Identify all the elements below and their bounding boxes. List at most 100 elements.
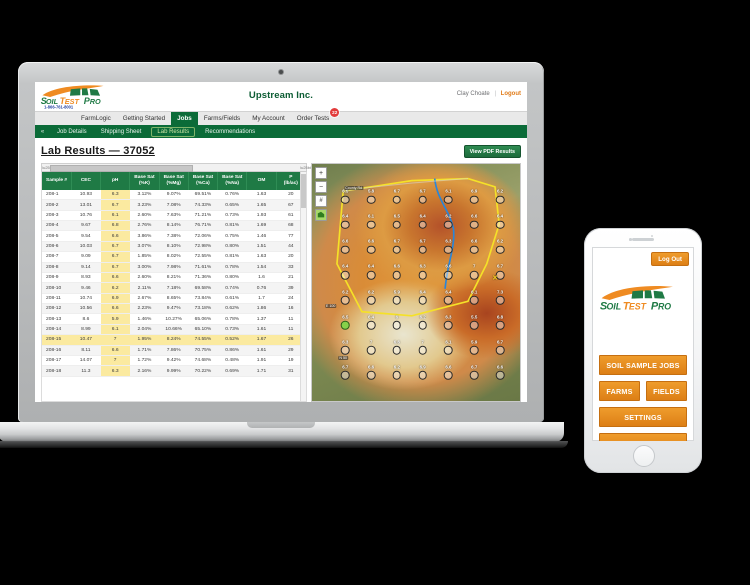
sample-point-marker[interactable]	[469, 295, 479, 305]
table-column-header[interactable]: CEC	[71, 172, 102, 190]
sample-point-marker[interactable]	[495, 295, 505, 305]
nav-item-my-account[interactable]: My Account	[246, 112, 291, 125]
nav-item-getting-started[interactable]: Getting Started	[117, 112, 171, 125]
table-row[interactable]: 208-8 9.14 6.7 3.00% 7.98% 71.61% 0.78% 1.54 33	[42, 262, 306, 273]
collapse-sidebar-icon[interactable]: «	[35, 125, 50, 138]
sample-point-marker[interactable]	[495, 320, 505, 330]
subnav-item-shipping-sheet[interactable]: Shipping Sheet	[94, 125, 149, 138]
table-column-header[interactable]: Base Sat (%K)	[129, 172, 160, 190]
selected-sample-marker[interactable]: ✕	[492, 274, 498, 282]
table-row[interactable]: 208-6 10.03 6.7 3.07% 8.10% 72.98% 0.80% 1.51 44	[42, 241, 306, 253]
table-row[interactable]: 208-13 8.6 5.9 1.46% 10.27% 65.06% 0.78% 1.37 11	[42, 313, 306, 325]
fields-button[interactable]: FIELDS	[646, 381, 687, 401]
table-row[interactable]: 208-15 10.47 7 1.95% 8.24% 74.55% 0.52% 1.67 26	[42, 334, 306, 346]
sample-point-marker[interactable]	[392, 371, 402, 380]
table-row[interactable]: 208-11 10.74 6.9 2.67% 8.65% 73.84% 0.61% 1.7 24	[42, 293, 306, 305]
soil-sample-jobs-button[interactable]: SOIL SAMPLE JOBS	[599, 355, 687, 375]
sample-point-marker[interactable]	[340, 371, 350, 380]
sample-point-marker[interactable]	[495, 371, 505, 380]
sample-point-marker[interactable]	[444, 195, 453, 204]
sample-point-marker[interactable]	[444, 371, 453, 380]
table-column-header[interactable]: Base Sat (%Na)	[217, 172, 248, 190]
phone-home-button[interactable]	[633, 445, 655, 467]
sync-button[interactable]: SYNC	[599, 433, 687, 441]
sample-point-marker[interactable]	[392, 245, 402, 255]
sample-point-marker[interactable]	[418, 245, 427, 255]
table-row[interactable]: 208-10 9.46 6.2 2.11% 7.18% 69.58% 0.74% 0.76 39	[42, 282, 306, 294]
sample-point-marker[interactable]	[366, 245, 376, 255]
subnav-item-lab-results[interactable]: Lab Results	[151, 126, 196, 137]
scroll-right-arrow[interactable]: \u25b6	[300, 165, 312, 170]
sample-point-marker[interactable]	[444, 245, 453, 255]
mobile-logout-button[interactable]: Log Out	[651, 252, 689, 266]
sample-point-marker[interactable]	[392, 195, 402, 204]
sample-point-marker[interactable]	[418, 295, 427, 305]
nav-item-farmlogic[interactable]: FarmLogic	[75, 112, 117, 125]
table-horizontal-scrollbar[interactable]: \u25c0 \u25b6	[41, 163, 312, 172]
settings-button[interactable]: SETTINGS	[599, 407, 687, 427]
sample-point-marker[interactable]	[444, 320, 453, 330]
table-row[interactable]: 208-12 10.56 6.6 2.23% 9.47% 73.18% 0.62% 1.86 1…	[42, 303, 306, 315]
nav-item-order-tests[interactable]: Order Tests 22	[291, 108, 340, 125]
table-column-header[interactable]: Sample #	[42, 172, 72, 190]
grid-icon[interactable]: #	[315, 195, 327, 207]
hscroll-track[interactable]	[48, 165, 300, 172]
table-row[interactable]: 208-2 13.01 6.7 3.23% 7.08% 74.33% 0.65% 1.65 67	[42, 199, 306, 211]
sample-point-marker[interactable]	[469, 220, 479, 229]
lab-results-table-scroll[interactable]: Sample # CEC pH Base Sat (%K) Base Sat (%Mg) Ba…	[41, 172, 307, 402]
sample-point-marker[interactable]	[469, 320, 479, 330]
table-row[interactable]: 208-1 10.93 6.3 3.12% 9.07% 69.51% 0.76% 1.63 20	[42, 189, 306, 201]
sample-point-marker[interactable]	[340, 320, 350, 330]
sample-point-marker[interactable]	[418, 195, 427, 204]
sample-point-marker[interactable]	[469, 195, 479, 204]
sample-point-marker[interactable]	[340, 270, 350, 280]
subnav-item-recommendations[interactable]: Recommendations	[198, 125, 262, 138]
sample-point-marker[interactable]	[392, 295, 402, 305]
sample-point-marker[interactable]	[469, 345, 479, 355]
sample-point-marker[interactable]	[418, 220, 427, 229]
vscroll-thumb[interactable]	[301, 174, 306, 208]
nav-item-farms-fields[interactable]: Farms/Fields	[198, 112, 246, 125]
zoom-in-icon[interactable]: +	[315, 167, 327, 179]
table-row[interactable]: 208-9 8.93 6.6 2.60% 8.21% 71.36% 0.80% 1.6 21	[42, 272, 306, 284]
sample-point-marker[interactable]	[340, 220, 350, 229]
table-row[interactable]: 208-5 9.54 6.6 3.86% 7.38% 72.06% 0.75% 1.46 77	[42, 230, 306, 242]
table-column-header[interactable]: pH	[100, 172, 131, 190]
sample-point-marker[interactable]	[366, 270, 376, 280]
table-vertical-scrollbar[interactable]	[300, 172, 306, 401]
sample-point-marker[interactable]	[444, 220, 453, 229]
sample-point-marker[interactable]	[366, 345, 376, 355]
sample-point-marker[interactable]	[444, 345, 453, 355]
sample-point-marker[interactable]	[469, 270, 479, 280]
sample-point-marker[interactable]	[469, 371, 479, 380]
subnav-item-job-details[interactable]: Job Details	[50, 125, 94, 138]
sample-point-marker[interactable]	[340, 245, 350, 255]
table-row[interactable]: 208-3 10.76 6.1 2.60% 7.63% 71.21% 0.73% 1.93 61	[42, 210, 306, 222]
sample-point-marker[interactable]	[340, 295, 350, 305]
sample-point-marker[interactable]	[366, 320, 376, 330]
zoom-out-icon[interactable]: −	[315, 181, 327, 193]
sample-point-marker[interactable]	[366, 195, 376, 204]
field-polygon-icon[interactable]	[315, 209, 327, 221]
sample-point-marker[interactable]	[366, 371, 376, 380]
nav-item-jobs[interactable]: Jobs	[171, 112, 198, 125]
table-column-header[interactable]: OM	[246, 172, 277, 190]
sample-point-marker[interactable]	[444, 295, 453, 305]
sample-point-marker[interactable]	[418, 320, 427, 330]
sample-point-marker[interactable]	[340, 195, 350, 204]
sample-point-marker[interactable]	[469, 245, 479, 255]
table-row[interactable]: 208-14 8.99 6.1 2.04% 10.66% 65.10% 0.73% 1.61 1…	[42, 324, 306, 336]
hscroll-thumb[interactable]	[50, 165, 194, 172]
table-row[interactable]: 208-18 11.3 6.3 2.16% 9.99% 70.22% 0.69% 1.71 31	[42, 365, 306, 377]
sample-point-marker[interactable]	[495, 345, 505, 355]
sample-point-marker[interactable]	[418, 270, 427, 280]
field-map-panel[interactable]: 6.5 5.8 6.7 6.7 6.1 6.9 6.2 6.4 6.1 6.5 6.4 6.2 6.6 6…	[311, 163, 521, 402]
farms-button[interactable]: FARMS	[599, 381, 640, 401]
table-row[interactable]: 208-4 9.67 6.8 2.76% 8.14% 76.71% 0.81% 1.69 68	[42, 220, 306, 232]
table-row[interactable]: 208-7 9.09 6.7 1.85% 8.02% 72.55% 0.81% 1.63 20	[42, 251, 306, 263]
sample-point-marker[interactable]	[392, 345, 402, 355]
sample-point-marker[interactable]	[366, 220, 376, 229]
sample-point-marker[interactable]	[340, 345, 350, 355]
sample-point-marker[interactable]	[495, 245, 505, 255]
sample-point-marker[interactable]	[495, 220, 505, 229]
